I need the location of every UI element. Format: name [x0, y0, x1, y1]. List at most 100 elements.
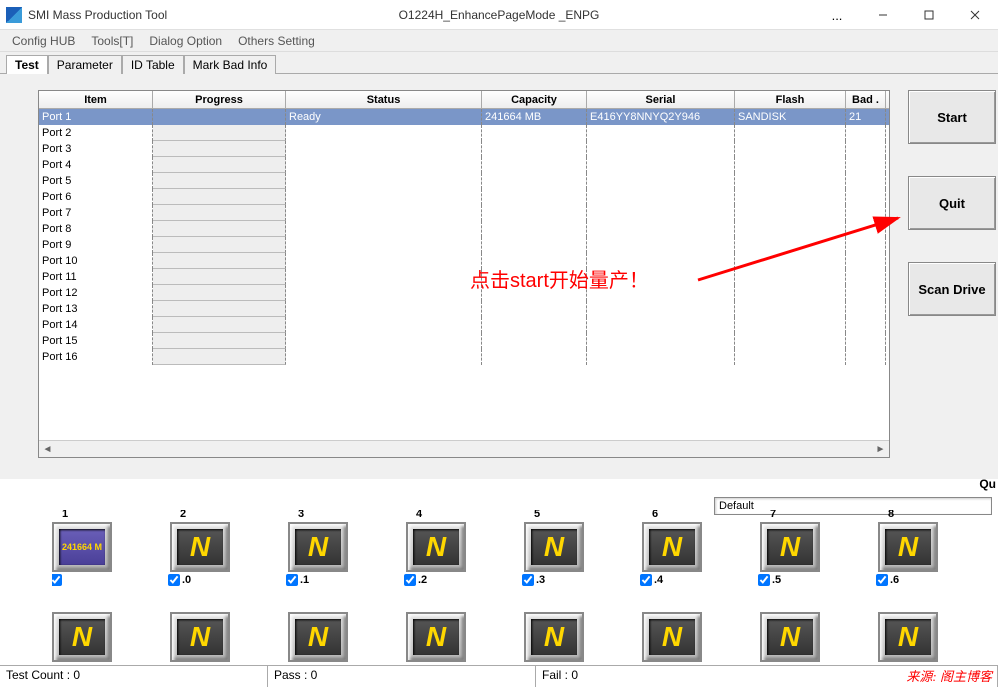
port-cell: 2N.0 [170, 510, 232, 572]
table-row[interactable]: Port 1Ready241664 MBE416YY8NNYQ2Y946SAND… [39, 109, 889, 125]
port-box[interactable]: N [878, 612, 938, 662]
scan-drive-button[interactable]: Scan Drive [908, 262, 996, 316]
port-n-icon: N [426, 621, 446, 653]
col-progress[interactable]: Progress [153, 91, 286, 108]
scroll-left-icon[interactable]: ◄ [39, 441, 56, 458]
port-box[interactable]: N [642, 612, 702, 662]
port-number: 3 [298, 510, 304, 520]
tab-test[interactable]: Test [6, 55, 48, 74]
table-row[interactable]: Port 10 [39, 253, 889, 269]
port-box[interactable]: N [52, 612, 112, 662]
col-flash[interactable]: Flash [735, 91, 846, 108]
menu-tools[interactable]: Tools[T] [83, 34, 141, 48]
ellipsis-button[interactable]: ... [814, 0, 860, 30]
port-checkbox[interactable] [758, 574, 770, 586]
menu-others-setting[interactable]: Others Setting [230, 34, 323, 48]
table-row[interactable]: Port 7 [39, 205, 889, 221]
table-row[interactable]: Port 3 [39, 141, 889, 157]
port-number: 2 [180, 510, 186, 520]
port-capacity-label: 241664 M [62, 542, 102, 552]
table-row[interactable]: Port 13 [39, 301, 889, 317]
table-row[interactable]: Port 2 [39, 125, 889, 141]
port-cell: 5N.3 [524, 510, 586, 572]
port-cell: N [642, 600, 704, 662]
table-row[interactable]: Port 9 [39, 237, 889, 253]
port-checkbox[interactable] [404, 574, 416, 586]
port-checkbox[interactable] [522, 574, 534, 586]
table-cell [735, 221, 846, 237]
table-row[interactable]: Port 12 [39, 285, 889, 301]
port-box[interactable]: N [288, 522, 348, 572]
port-n-icon: N [544, 531, 564, 563]
maximize-button[interactable] [906, 0, 952, 30]
app-icon [6, 7, 22, 23]
tab-id-table[interactable]: ID Table [122, 55, 184, 74]
start-button[interactable]: Start [908, 90, 996, 144]
port-box[interactable]: N [170, 612, 230, 662]
scroll-track[interactable] [56, 441, 872, 458]
table-cell [735, 269, 846, 285]
port-box[interactable]: N [760, 612, 820, 662]
port-box[interactable]: N [406, 522, 466, 572]
port-checkbox-label: .0 [182, 574, 191, 586]
table-cell [153, 173, 286, 189]
horizontal-scrollbar[interactable]: ◄ ► [39, 440, 889, 457]
tab-parameter[interactable]: Parameter [48, 55, 122, 74]
port-box[interactable]: 241664 M [52, 522, 112, 572]
quit-button[interactable]: Quit [908, 176, 996, 230]
col-capacity[interactable]: Capacity [482, 91, 587, 108]
port-checkbox[interactable] [52, 574, 62, 586]
window-subtitle: O1224H_EnhancePageMode _ENPG [399, 8, 600, 22]
menu-config-hub[interactable]: Config HUB [4, 34, 83, 48]
port-checkbox-label: .5 [772, 574, 781, 586]
port-n-icon: N [898, 621, 918, 653]
port-checkbox[interactable] [168, 574, 180, 586]
table-header: Item Progress Status Capacity Serial Fla… [39, 91, 889, 109]
table-row[interactable]: Port 14 [39, 317, 889, 333]
port-n-icon: N [72, 621, 92, 653]
menu-dialog-option[interactable]: Dialog Option [141, 34, 230, 48]
scroll-right-icon[interactable]: ► [872, 441, 889, 458]
port-box[interactable]: N [288, 612, 348, 662]
table-cell [735, 333, 846, 349]
col-serial[interactable]: Serial [587, 91, 735, 108]
port-box[interactable]: N [760, 522, 820, 572]
port-box[interactable]: N [524, 612, 584, 662]
table-cell [735, 349, 846, 365]
port-checkbox[interactable] [286, 574, 298, 586]
port-box[interactable]: N [878, 522, 938, 572]
table-row[interactable]: Port 4 [39, 157, 889, 173]
col-item[interactable]: Item [39, 91, 153, 108]
table-cell: Port 3 [39, 141, 153, 157]
table-row[interactable]: Port 16 [39, 349, 889, 365]
port-box[interactable]: N [524, 522, 584, 572]
port-box[interactable]: N [406, 612, 466, 662]
table-cell: Port 12 [39, 285, 153, 301]
table-body: Port 1Ready241664 MBE416YY8NNYQ2Y946SAND… [39, 109, 889, 439]
table-cell [482, 157, 587, 173]
port-n-icon: N [662, 531, 682, 563]
table-row[interactable]: Port 11 [39, 269, 889, 285]
table-cell: 241664 MB [482, 109, 587, 125]
minimize-button[interactable] [860, 0, 906, 30]
table-cell [846, 205, 886, 221]
port-box[interactable]: N [642, 522, 702, 572]
port-checkbox[interactable] [640, 574, 652, 586]
table-cell [846, 301, 886, 317]
col-status[interactable]: Status [286, 91, 482, 108]
col-bad[interactable]: Bad . [846, 91, 886, 108]
table-cell: Port 15 [39, 333, 153, 349]
table-cell [286, 237, 482, 253]
table-row[interactable]: Port 8 [39, 221, 889, 237]
status-pass: Pass : 0 [268, 666, 536, 687]
table-row[interactable]: Port 5 [39, 173, 889, 189]
table-cell: Ready [286, 109, 482, 125]
tab-mark-bad-info[interactable]: Mark Bad Info [184, 55, 277, 74]
port-checkbox[interactable] [876, 574, 888, 586]
table-row[interactable]: Port 15 [39, 333, 889, 349]
port-checkbox-wrap: .6 [876, 574, 899, 586]
table-row[interactable]: Port 6 [39, 189, 889, 205]
close-button[interactable] [952, 0, 998, 30]
port-box[interactable]: N [170, 522, 230, 572]
table-cell: Port 10 [39, 253, 153, 269]
